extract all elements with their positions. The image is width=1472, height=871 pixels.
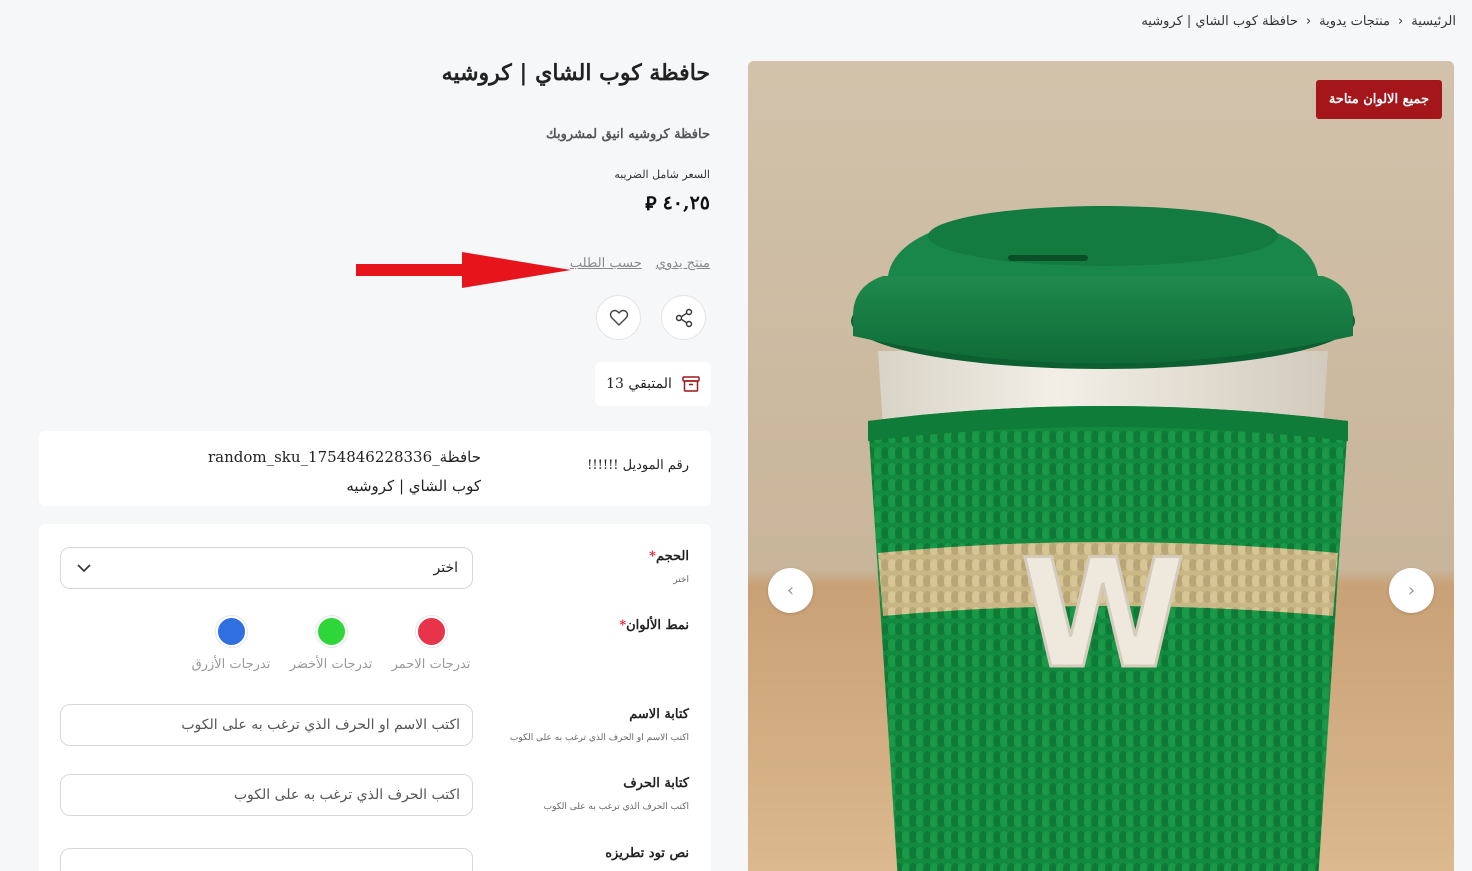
letter-text-label: كتابة الحرف	[623, 776, 689, 791]
availability-badge: جميع الالوان متاحة	[1315, 80, 1442, 119]
chevron-left-icon: ›	[1305, 14, 1312, 29]
color-option-label: تدرجات الأخضر	[289, 657, 373, 672]
size-label: *الحجم	[645, 549, 689, 564]
sku-card: !!!!!! رقم الموديل حافظة_random_sku_1754…	[39, 431, 711, 506]
name-text-input[interactable]	[60, 704, 473, 746]
product-image-gallery: W جميع الالوان متاحة ‹ ›	[748, 61, 1454, 871]
color-swatch-red[interactable]	[415, 616, 447, 647]
share-icon	[675, 308, 692, 327]
stock-indicator: المتبقي 13	[595, 362, 711, 406]
heart-icon	[609, 309, 628, 326]
color-option-label: تدرجات الاحمر	[391, 657, 471, 672]
color-swatch-green[interactable]	[315, 616, 347, 647]
price-value: ٤٠,٢٥	[662, 192, 710, 214]
previous-image-button[interactable]: ‹	[768, 568, 813, 613]
product-options-card: *الحجم اختر اختر *نمط الألوان تدرجات الا…	[39, 524, 711, 871]
chevron-left-icon: ‹	[786, 580, 795, 601]
sku-label: !!!!!! رقم الموديل	[587, 458, 689, 473]
color-pattern-label: *نمط الألوان	[615, 618, 689, 633]
tag-made-to-order[interactable]: حسب الطلب	[570, 256, 642, 271]
chevron-right-icon: ›	[1407, 580, 1416, 601]
letter-text-hint: اكتب الحرف الذي ترغب به على الكوب	[543, 802, 689, 812]
product-tags: منتج يدوي حسب الطلب	[570, 256, 710, 271]
price-label: السعر شامل الضريبه	[614, 168, 710, 181]
cup-letter: W	[1020, 528, 1185, 702]
breadcrumb-category[interactable]: منتجات يدوية	[1319, 14, 1390, 29]
breadcrumb-current: حافظة كوب الشاي | كروشيه	[1141, 14, 1298, 29]
product-subtitle: حافظة كروشيه انيق لمشروبك	[546, 127, 710, 142]
color-option-red[interactable]: تدرجات الاحمر	[389, 616, 473, 672]
next-image-button[interactable]: ›	[1389, 568, 1434, 613]
annotation-arrow-icon	[356, 252, 571, 288]
size-select[interactable]: اختر	[60, 547, 473, 589]
color-option-blue[interactable]: تدرجات الأزرق	[189, 616, 273, 672]
sku-value-line1: حافظة_random_sku_1754846228336	[207, 448, 481, 466]
embroidery-text-input[interactable]	[60, 848, 473, 871]
wishlist-button[interactable]	[596, 295, 641, 340]
product-price: ⃁ ٤٠,٢٥	[645, 192, 710, 216]
stock-text: المتبقي 13	[606, 376, 672, 392]
color-option-label: تدرجات الأزرق	[191, 657, 271, 672]
chevron-down-icon	[77, 563, 91, 572]
size-hint: اختر	[673, 575, 689, 585]
breadcrumb: الرئيسية › منتجات يدوية › حافظة كوب الشا…	[1141, 14, 1456, 29]
tag-handmade[interactable]: منتج يدوي	[656, 256, 710, 271]
color-pattern-label-text: نمط الألوان	[626, 618, 689, 633]
sku-value-line2: كوب الشاي | كروشيه	[346, 477, 481, 495]
color-option-green[interactable]: تدرجات الأخضر	[289, 616, 373, 672]
color-swatch-blue[interactable]	[215, 616, 247, 647]
chevron-left-icon: ›	[1398, 14, 1404, 29]
size-select-value: اختر	[433, 560, 459, 576]
letter-text-input[interactable]	[60, 774, 473, 816]
product-title: حافظة كوب الشاي | كروشيه	[441, 60, 710, 86]
name-text-label: كتابة الاسم	[629, 707, 689, 722]
breadcrumb-home[interactable]: الرئيسية	[1411, 14, 1456, 29]
required-marker: *	[649, 549, 656, 564]
name-text-hint: اكتب الاسم او الحرف الذي ترغب به على الك…	[509, 733, 689, 743]
color-swatches: تدرجات الاحمر تدرجات الأخضر تدرجات الأزر…	[189, 616, 473, 672]
box-icon	[682, 376, 700, 392]
share-button[interactable]	[661, 295, 706, 340]
embroidery-text-label: نص تود تطريزه	[605, 846, 689, 861]
sku-value: حافظة_random_sku_1754846228336 كوب الشاي…	[208, 443, 481, 501]
product-photo: W	[748, 61, 1454, 871]
riyal-icon: ⃁	[645, 193, 657, 215]
size-label-text: الحجم	[655, 549, 689, 564]
